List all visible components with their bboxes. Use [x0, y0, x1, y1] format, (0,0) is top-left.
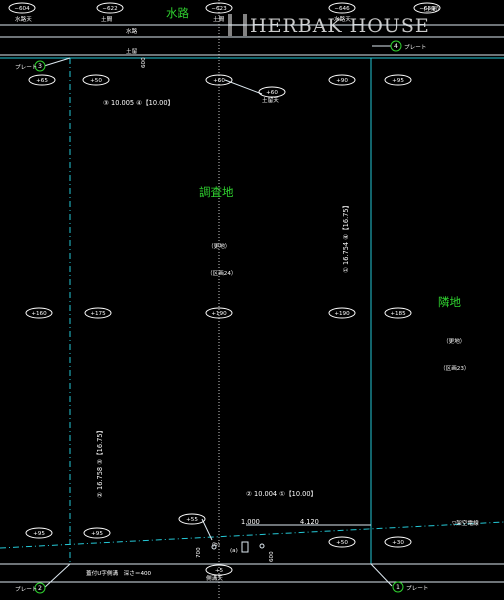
neighbor-lot-name: 隣地: [438, 295, 461, 309]
dimension-right: ① 16.754 ④【16.75】: [342, 202, 350, 273]
dimension-plate-top: 600: [141, 57, 147, 68]
elevation-mark-a60b: +60: [258, 86, 286, 98]
elevation-value: +90: [336, 78, 348, 84]
label-a: (a): [230, 548, 238, 554]
elevation-value: +190: [334, 311, 350, 317]
label-dirt-3: （土間）: [420, 5, 442, 13]
svg-text:2: 2: [38, 585, 42, 592]
elevation-mark-b5: +5: [205, 564, 233, 576]
dimension-4120: 4.120: [300, 518, 319, 526]
leader-m3: [43, 57, 71, 67]
structure-a: [241, 541, 249, 553]
cad-drawing: HERBAK HOUSE 4 プレート 3 プレート 2 プレート 1 プレート…: [0, 0, 504, 600]
elevation-value: +60: [266, 90, 278, 96]
elevation-mark-top_622: −622: [96, 2, 124, 14]
elevation-mark-a90: +90: [328, 74, 356, 86]
svg-text:プレート: プレート: [404, 44, 426, 51]
elevation-marks: −604 −622 −623 −646 −630+65 +50 +60+60+90 +95+1…: [8, 2, 441, 576]
elevation-value: −646: [334, 6, 350, 12]
elevation-value: +175: [90, 311, 106, 317]
elevation-value: +185: [390, 311, 406, 317]
leader-b55: [201, 518, 213, 541]
leader-m2: [43, 563, 71, 589]
elevation-value: +95: [91, 531, 103, 537]
elevation-mark-a50: +50: [82, 74, 110, 86]
svg-text:1: 1: [396, 584, 400, 591]
elevation-mark-m190b: +190: [328, 307, 356, 319]
marker-4: 4 プレート: [390, 40, 426, 52]
elevation-mark-m175: +175: [84, 307, 112, 319]
label-power-line: ▽架空電線: [452, 519, 479, 527]
label-block-23: （区画23）: [440, 365, 470, 372]
label-vacant-1: （更地）: [208, 242, 230, 250]
label-dirt-top: 土留天: [262, 96, 279, 104]
leader-m1: [370, 563, 393, 587]
elevation-value: +5: [215, 568, 224, 574]
label-dirt-1: 土間: [101, 15, 113, 23]
elevation-mark-b55: +55: [178, 513, 206, 525]
elevation-mark-top_623: −623: [205, 2, 233, 14]
elevation-mark-top_604: −604: [8, 2, 36, 14]
elevation-value: +60: [213, 78, 225, 84]
dimension-700: 700: [196, 547, 202, 558]
label-waterway-top-1: 水路天: [15, 15, 32, 23]
label-block-24: （区画24）: [207, 270, 237, 277]
elevation-value: +50: [90, 78, 102, 84]
label-drain-top: 側溝天: [206, 574, 223, 582]
svg-text:プレート: プレート: [15, 586, 37, 593]
elevation-mark-top_646: −646: [328, 2, 356, 14]
label-vacant-2: （更地）: [443, 337, 465, 345]
elevation-mark-m160: +160: [25, 307, 53, 319]
elevation-value: +190: [211, 311, 227, 317]
waterway-name: 水路: [166, 6, 189, 20]
marker-3: 3 プレート: [15, 60, 46, 72]
survey-lot-name: 調査地: [199, 185, 234, 199]
dimension-1000: 1.000: [241, 518, 260, 526]
dimension-top: ③ 10.005 ④【10.00】: [103, 99, 174, 107]
label-waterway-top-2: 水路天: [334, 15, 351, 23]
elevation-value: −604: [14, 6, 30, 12]
elevation-mark-b50: +50: [328, 536, 356, 548]
label-dirt-mid: 土留: [126, 47, 138, 55]
elevation-value: +30: [392, 540, 404, 546]
elevation-mark-a60: +60: [205, 74, 233, 86]
elevation-value: +50: [336, 540, 348, 546]
elevation-mark-a95: +95: [384, 74, 412, 86]
elevation-value: −623: [211, 6, 227, 12]
marker-1: 1 プレート: [392, 581, 428, 593]
elevation-mark-b95b: +95: [83, 527, 111, 539]
elevation-mark-b95: +95: [25, 527, 53, 539]
label-drain: 蓋付U字側溝 深さ＝400: [86, 569, 152, 577]
elevation-value: −622: [102, 6, 117, 12]
dimension-600: 600: [269, 551, 275, 562]
label-dirt-2: 土間: [213, 15, 225, 23]
svg-text:プレート: プレート: [15, 64, 37, 71]
pole-mark: [259, 543, 265, 549]
svg-text:4: 4: [394, 43, 398, 50]
marker-2: 2 プレート: [15, 582, 46, 594]
elevation-mark-m185: +185: [384, 307, 412, 319]
elevation-mark-b30: +30: [384, 536, 412, 548]
elevation-value: +95: [33, 531, 45, 537]
svg-text:プレート: プレート: [406, 585, 428, 592]
elevation-value: +55: [186, 517, 198, 523]
elevation-value: +95: [392, 78, 404, 84]
svg-text:3: 3: [38, 63, 42, 70]
label-waterway-mid: 水路: [126, 27, 138, 35]
dimension-left: ② 16.758 ③【16.75】: [96, 427, 104, 498]
elevation-mark-a65: +65: [28, 74, 56, 86]
elevation-value: +160: [31, 311, 47, 317]
elevation-value: +65: [36, 78, 48, 84]
dimension-bottom: ② 10.004 ①【10.00】: [246, 490, 317, 498]
